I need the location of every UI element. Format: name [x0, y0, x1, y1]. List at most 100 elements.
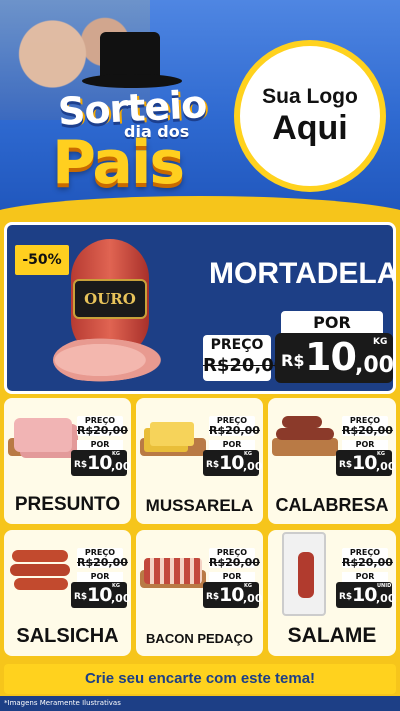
price-integer: 10: [87, 452, 112, 474]
price-cents: ,00: [111, 460, 131, 473]
featured-old-price-box: PREÇO R$20,00: [203, 335, 287, 381]
featured-price-cents: ,00: [355, 353, 394, 378]
featured-unit: KG: [373, 337, 388, 347]
por-label: POR: [77, 440, 123, 450]
product-name: MUSSARELA: [145, 496, 254, 515]
mortadela-brand-label: OURO: [73, 279, 147, 319]
calabresa-image: [272, 412, 338, 458]
price-tag: PREÇO R$20,00 POR R$ 10 ,00 UNID: [336, 548, 396, 612]
product-card-bacon-pedaco[interactable]: PREÇO R$20,00 POR R$ 10 ,00 KG BACON PEDA…: [136, 530, 263, 656]
price-cents: ,00: [376, 460, 396, 473]
price-tag: PREÇO R$20,00 POR R$ 10 ,00 KG: [71, 416, 131, 480]
price-cents: ,00: [111, 592, 131, 605]
header-wave: [0, 196, 400, 220]
preco-label: PREÇO R$20,00: [342, 548, 393, 569]
featured-por-label: POR: [281, 311, 383, 335]
por-label: POR: [77, 572, 123, 582]
product-name: SALSICHA: [16, 625, 119, 647]
cheese-block: [150, 422, 194, 446]
preco-label: PREÇO R$20,00: [77, 548, 128, 569]
price-cents: ,00: [243, 460, 263, 473]
featured-product-name: MORTADELA: [209, 257, 396, 290]
unit-label: KG: [244, 583, 252, 589]
cta-button[interactable]: Crie seu encarte com este tema!: [4, 664, 396, 694]
bacon-slab: [144, 558, 202, 584]
product-card-salsicha[interactable]: PREÇO R$20,00 POR R$ 10 ,00 KG SALSICHA: [4, 530, 131, 656]
featured-price-integer: 10: [305, 335, 357, 379]
por-label: POR: [209, 440, 255, 450]
por-label: POR: [342, 440, 388, 450]
product-name: CALABRESA: [275, 495, 389, 515]
price-box: R$ 10 ,00 KG: [71, 450, 131, 476]
featured-currency: R$: [281, 351, 305, 370]
unit-label: UNID: [377, 583, 392, 589]
price-box: R$ 10 ,00 UNID: [336, 582, 396, 608]
price-box: R$ 10 ,00 KG: [203, 450, 263, 476]
price-box: R$ 10 ,00 KG: [203, 582, 263, 608]
sausage: [14, 578, 68, 590]
logo-text-line1: Sua Logo: [262, 85, 358, 108]
unit-label: KG: [112, 583, 120, 589]
mussarela-image: [140, 412, 206, 458]
price-integer: 10: [87, 584, 112, 606]
discount-badge: -50%: [13, 243, 71, 277]
logo-text-line2: Aqui: [272, 109, 348, 147]
bacon-image: [140, 544, 206, 590]
unit-label: KG: [244, 451, 252, 457]
product-card-presunto[interactable]: PREÇO R$20,00 POR R$ 10 ,00 KG PRESUNTO: [4, 398, 131, 524]
old-price: R$20,00: [209, 424, 260, 437]
disclaimer-text: *Imagens Meramente Ilustrativas: [0, 696, 400, 711]
old-price: R$20,00: [342, 424, 393, 437]
old-price: R$20,00: [77, 556, 128, 569]
price-tag: PREÇO R$20,00 POR R$ 10 ,00 KG: [336, 416, 396, 480]
old-price: R$20,00: [342, 556, 393, 569]
preco-label: PREÇO R$20,00: [77, 416, 128, 437]
old-price: R$20,00: [209, 556, 260, 569]
price-cents: ,00: [243, 592, 263, 605]
price-tag: PREÇO R$20,00 POR R$ 10 ,00 KG: [203, 548, 263, 612]
mortadela-slices: [53, 335, 171, 385]
preco-label: PREÇO R$20,00: [209, 548, 260, 569]
sausage: [12, 550, 68, 562]
price-integer: 10: [219, 584, 244, 606]
salsicha-image: [8, 544, 74, 590]
sausage: [10, 564, 70, 576]
featured-price-box: R$ 10 ,00 KG: [275, 333, 393, 383]
price-tag: PREÇO R$20,00 POR R$ 10 ,00 KG: [203, 416, 263, 480]
currency: R$: [206, 592, 220, 602]
unit-label: KG: [377, 451, 385, 457]
currency: R$: [339, 592, 353, 602]
top-hat-icon: [100, 32, 160, 80]
price-integer: 10: [352, 584, 377, 606]
featured-preco-label: PREÇO: [210, 337, 264, 353]
featured-old-price: R$20,00: [203, 355, 287, 376]
presunto-image: [8, 412, 74, 458]
featured-product-card[interactable]: OURO -50% MORTADELA POR PREÇO R$20,00 R$…: [4, 222, 396, 394]
old-price: R$20,00: [77, 424, 128, 437]
product-name: PRESUNTO: [14, 494, 121, 515]
logo-placeholder[interactable]: Sua Logo Aqui: [234, 40, 386, 192]
product-card-calabresa[interactable]: PREÇO R$20,00 POR R$ 10 ,00 KG CALABRESA: [268, 398, 396, 524]
currency: R$: [74, 592, 88, 602]
sausage: [282, 416, 322, 428]
preco-label: PREÇO R$20,00: [209, 416, 260, 437]
price-tag: PREÇO R$20,00 POR R$ 10 ,00 KG: [71, 548, 131, 612]
title-pais: Pais: [52, 128, 185, 198]
price-box: R$ 10 ,00 KG: [336, 450, 396, 476]
unit-label: KG: [112, 451, 120, 457]
product-name: SALAME: [287, 624, 377, 647]
product-card-mussarela[interactable]: PREÇO R$20,00 POR R$ 10 ,00 KG MUSSARELA: [136, 398, 263, 524]
currency: R$: [74, 460, 88, 470]
por-label: POR: [209, 572, 255, 582]
cutting-board: [272, 438, 338, 456]
price-integer: 10: [219, 452, 244, 474]
preco-label: PREÇO R$20,00: [342, 416, 393, 437]
price-integer: 10: [352, 452, 377, 474]
price-box: R$ 10 ,00 KG: [71, 582, 131, 608]
sausage: [276, 428, 334, 440]
por-label: POR: [342, 572, 388, 582]
product-card-salame[interactable]: PREÇO R$20,00 POR R$ 10 ,00 UNID SALAME: [268, 530, 396, 656]
currency: R$: [206, 460, 220, 470]
currency: R$: [339, 460, 353, 470]
salame-stick: [298, 552, 314, 598]
